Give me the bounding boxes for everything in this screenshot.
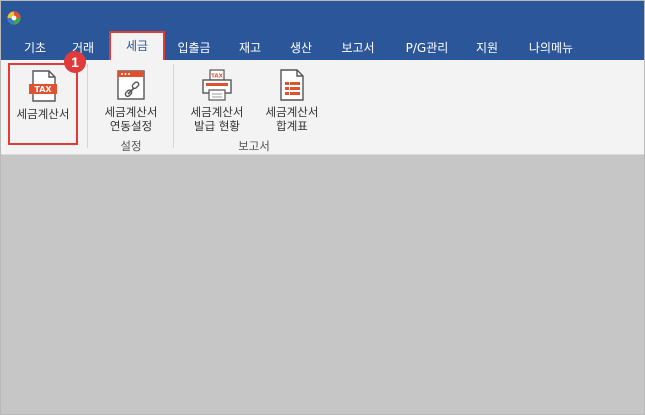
app-logo-icon — [7, 11, 21, 25]
tax-invoice-link-label-2: 연동설정 — [109, 119, 153, 133]
tab-my-menu[interactable]: 나의메뉴 — [521, 36, 581, 60]
tab-support[interactable]: 지원 — [467, 36, 507, 60]
tax-document-icon: TAX — [29, 70, 57, 102]
printer-tax-icon-text: TAX — [211, 74, 224, 80]
tax-printer-icon: TAX — [202, 69, 232, 101]
group-label-settings: 설정 — [120, 139, 142, 153]
issue-status-label-1: 세금계산서 — [190, 105, 244, 119]
step-badge: 1 — [64, 51, 86, 73]
tab-inventory[interactable]: 재고 — [230, 36, 270, 60]
ribbon-separator — [87, 64, 88, 148]
link-document-icon — [117, 70, 145, 100]
tab-pg-management[interactable]: P/G관리 — [398, 36, 456, 60]
app-window: 기초 거래 세금 입출금 재고 생산 보고서 P/G관리 지원 나의메뉴 TAX… — [0, 0, 645, 415]
menu-bar: 기초 거래 세금 입출금 재고 생산 보고서 P/G관리 지원 나의메뉴 — [1, 31, 644, 60]
tax-invoice-link-label-1: 세금계산서 — [104, 105, 158, 119]
group-label-reports: 보고서 — [238, 139, 270, 153]
tab-production[interactable]: 생산 — [281, 36, 321, 60]
tab-basic[interactable]: 기초 — [15, 36, 55, 60]
tab-tax[interactable]: 세금 — [109, 31, 165, 60]
ribbon-separator — [173, 64, 174, 148]
summary-table-label-2: 합계표 — [276, 119, 308, 133]
tax-invoice-button[interactable]: TAX 세금계산서 — [8, 63, 78, 145]
workspace — [1, 156, 644, 414]
tab-deposit-withdrawal[interactable]: 입출금 — [171, 36, 217, 60]
tax-invoice-summary-table-button[interactable]: 세금계산서 합계표 — [256, 60, 328, 140]
tax-invoice-issue-status-button[interactable]: TAX 세금계산서 발급 현황 — [179, 60, 255, 140]
issue-status-label-2: 발급 현황 — [194, 119, 240, 133]
title-bar — [1, 1, 644, 36]
tax-invoice-label: 세금계산서 — [16, 107, 70, 121]
tax-icon-text: TAX — [34, 85, 52, 94]
tax-invoice-link-settings-button[interactable]: 세금계산서 연동설정 — [93, 60, 169, 140]
summary-table-label-1: 세금계산서 — [265, 105, 319, 119]
summary-document-icon — [280, 69, 304, 101]
ribbon: TAX 세금계산서 세금계산서 연동설정 설정 TAX 세금계산서 발급 현황 … — [1, 60, 644, 155]
tab-reports[interactable]: 보고서 — [334, 36, 382, 60]
